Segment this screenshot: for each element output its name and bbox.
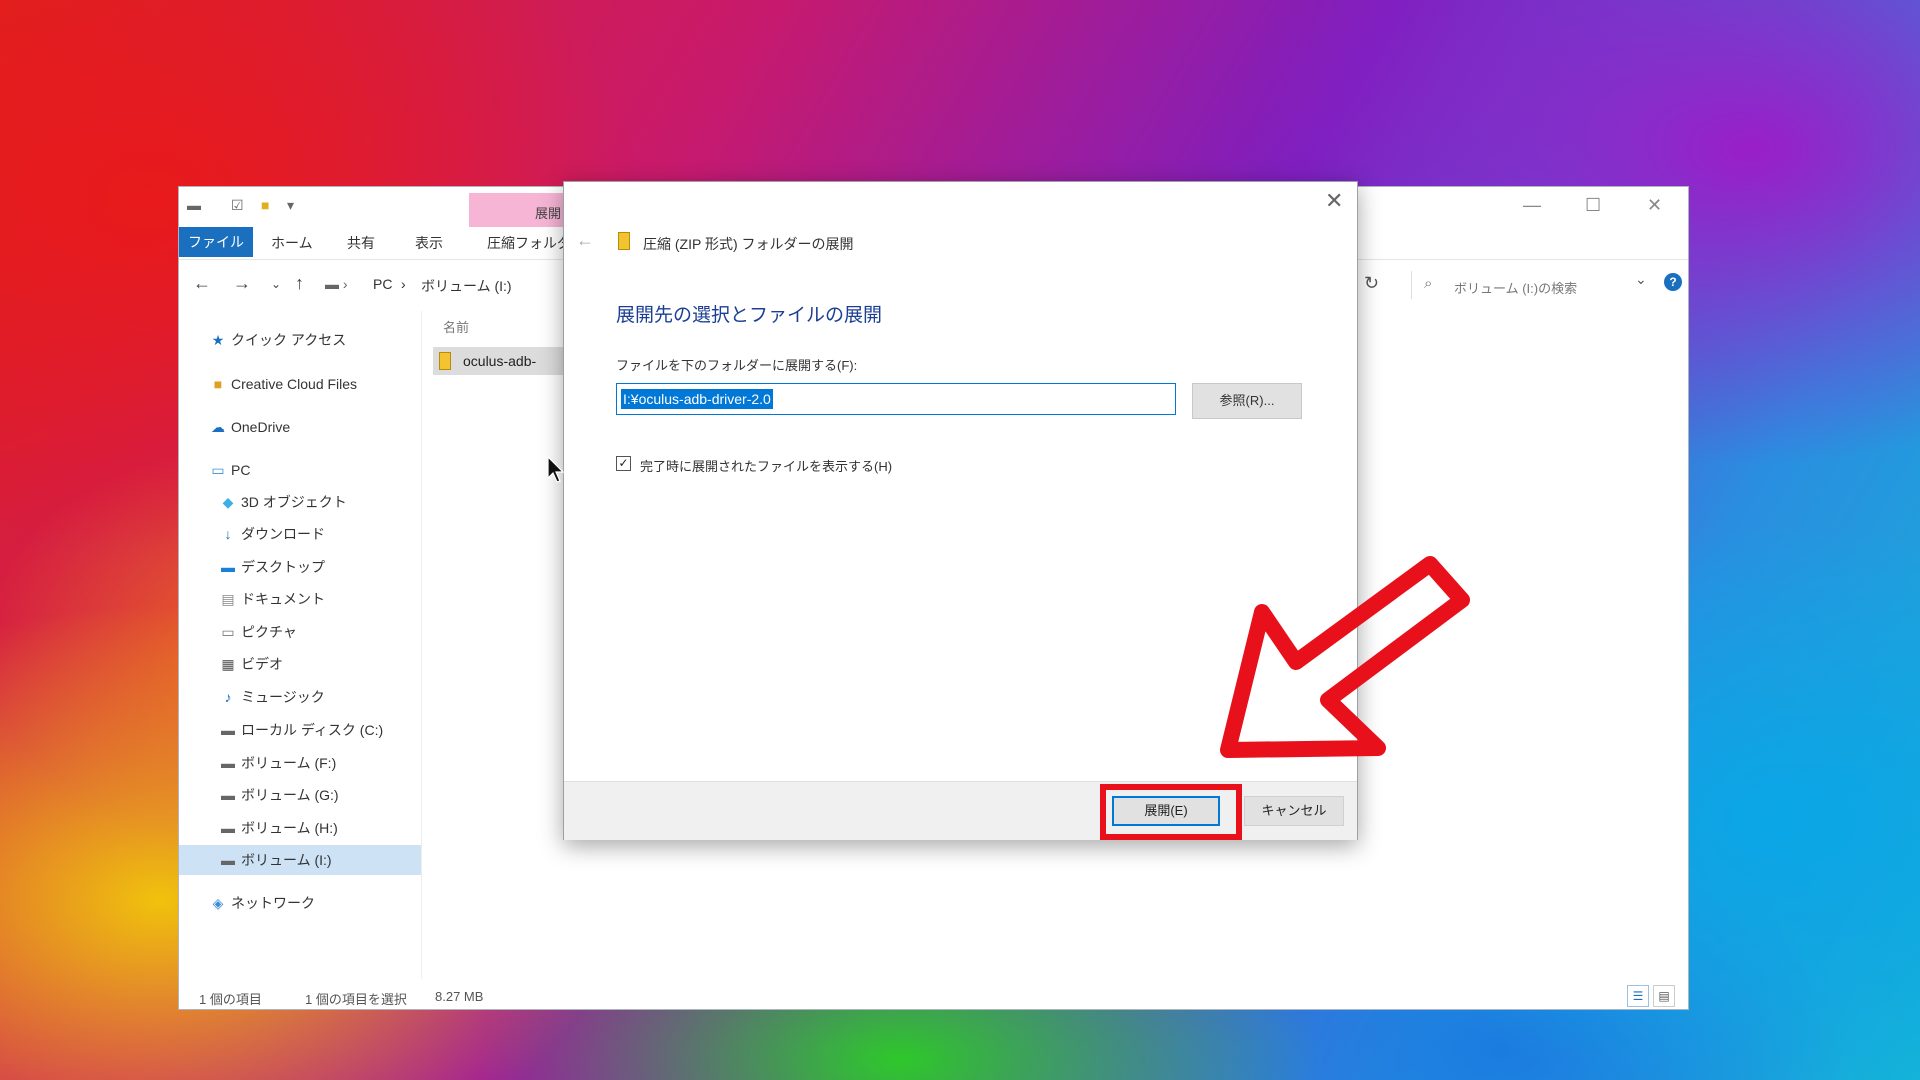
computer-icon: ▭	[211, 462, 225, 478]
sidebar-item-quick-access[interactable]: ★ クイック アクセス	[209, 325, 421, 355]
breadcrumb-volume[interactable]: ボリューム (I:)	[421, 276, 512, 296]
show-files-checkbox-label[interactable]: 完了時に展開されたファイルを表示する(H)	[640, 456, 892, 475]
file-row-oculus-adb[interactable]: oculus-adb-	[433, 347, 573, 375]
tab-file[interactable]: ファイル	[179, 227, 253, 257]
status-size: 8.27 MB	[435, 989, 484, 1004]
picture-icon: ▭	[221, 624, 235, 640]
sidebar-item-volume-i[interactable]: ▬ ボリューム (I:)	[179, 845, 421, 875]
breadcrumb-separator: ›	[401, 276, 406, 292]
cancel-button[interactable]: キャンセル	[1244, 796, 1344, 826]
forward-icon[interactable]: →	[233, 273, 251, 294]
sidebar-item-music[interactable]: ♪ ミュージック	[219, 682, 431, 712]
download-icon: ↓	[224, 526, 232, 542]
sidebar-item-desktop[interactable]: ▬ デスクトップ	[219, 552, 431, 582]
back-icon[interactable]: ←	[193, 273, 211, 294]
breadcrumb-pc[interactable]: PC	[373, 276, 392, 292]
status-bar: 1 個の項目 1 個の項目を選択 8.27 MB ☰ ▤	[179, 983, 1688, 1009]
sidebar-item-documents[interactable]: ▤ ドキュメント	[219, 584, 431, 614]
status-selected: 1 個の項目を選択	[305, 992, 407, 1007]
drive-icon: ▬	[221, 755, 235, 771]
minimize-icon[interactable]: —	[1523, 195, 1541, 216]
refresh-icon[interactable]: ↻	[1364, 273, 1379, 294]
drive-icon: ▬	[221, 722, 235, 738]
red-pointer-arrow-icon	[1220, 556, 1470, 758]
quick-access-dropdown-icon[interactable]: ▾	[287, 197, 294, 214]
recent-dropdown-icon[interactable]: ⌄	[271, 277, 281, 291]
back-arrow-icon[interactable]: ←	[576, 230, 594, 251]
tab-home[interactable]: ホーム	[271, 233, 313, 253]
sidebar-item-onedrive[interactable]: ☁ OneDrive	[209, 412, 421, 442]
destination-label: ファイルを下のフォルダーに展開する(F):	[616, 358, 858, 373]
sidebar-item-pictures[interactable]: ▭ ピクチャ	[219, 617, 431, 647]
status-item-count: 1 個の項目	[199, 992, 262, 1007]
network-icon: ◈	[212, 895, 224, 911]
context-tab-extract[interactable]: 展開	[469, 193, 565, 227]
dialog-title: 圧縮 (ZIP 形式) フォルダーの展開	[643, 236, 854, 252]
folder-icon[interactable]: ■	[261, 197, 269, 213]
details-view-icon[interactable]: ☰	[1627, 985, 1649, 1007]
browse-button[interactable]: 参照(R)...	[1192, 383, 1302, 419]
large-icons-view-icon[interactable]: ▤	[1653, 985, 1675, 1007]
sidebar-item-creative-cloud[interactable]: ■ Creative Cloud Files	[209, 369, 421, 399]
red-highlight-box	[1100, 784, 1242, 840]
creative-cloud-folder-icon: ■	[213, 376, 223, 392]
drive-icon: ▬	[187, 197, 201, 213]
zip-folder-icon	[439, 352, 451, 370]
show-files-checkbox[interactable]: ✓	[616, 456, 631, 471]
maximize-icon[interactable]: ☐	[1585, 195, 1601, 216]
search-icon: ⌕	[1424, 275, 1433, 292]
tab-share[interactable]: 共有	[347, 233, 375, 253]
sidebar-item-volume-h[interactable]: ▬ ボリューム (H:)	[219, 813, 431, 843]
properties-icon[interactable]: ☑	[231, 197, 244, 214]
destination-path-input[interactable]: I:¥oculus-adb-driver-2.0	[616, 383, 1176, 415]
sidebar-item-volume-g[interactable]: ▬ ボリューム (G:)	[219, 780, 431, 810]
sidebar-item-videos[interactable]: ▦ ビデオ	[219, 649, 431, 679]
sidebar-item-local-disk-c[interactable]: ▬ ローカル ディスク (C:)	[219, 715, 431, 745]
drive-icon: ▬	[221, 852, 235, 868]
column-header-name[interactable]: 名前	[443, 317, 469, 336]
tab-view[interactable]: 表示	[415, 233, 443, 253]
music-icon: ♪	[224, 689, 232, 705]
drive-icon: ▬	[221, 820, 235, 836]
sidebar-item-volume-f[interactable]: ▬ ボリューム (F:)	[219, 748, 431, 778]
drive-crumb-icon: ▬ ›	[325, 276, 348, 292]
desktop-icon: ▬	[221, 559, 235, 575]
cube-icon: ◆	[222, 494, 234, 510]
zip-folder-icon	[618, 232, 630, 250]
search-box[interactable]: ⌕ ボリューム (I:)の検索	[1411, 271, 1682, 299]
search-placeholder: ボリューム (I:)の検索	[1454, 281, 1578, 296]
sidebar-item-pc[interactable]: ▭ PC	[209, 455, 421, 485]
close-icon[interactable]: ✕	[1325, 188, 1343, 214]
drive-icon: ▬	[221, 787, 235, 803]
navigation-pane: ★ クイック アクセス ■ Creative Cloud Files ☁ OneDri…	[179, 311, 422, 979]
dialog-heading: 展開先の選択とファイルの展開	[616, 305, 883, 326]
up-icon[interactable]: ↑	[295, 273, 304, 294]
sidebar-item-downloads[interactable]: ↓ ダウンロード	[219, 519, 431, 549]
cloud-icon: ☁	[211, 419, 225, 435]
document-icon: ▤	[221, 591, 235, 607]
video-icon: ▦	[221, 656, 235, 672]
close-icon[interactable]: ✕	[1647, 195, 1662, 216]
sidebar-item-3d-objects[interactable]: ◆ 3D オブジェクト	[219, 487, 431, 517]
destination-path-value: I:¥oculus-adb-driver-2.0	[621, 389, 773, 409]
star-icon: ★	[211, 332, 225, 348]
sidebar-item-network[interactable]: ◈ ネットワーク	[209, 888, 421, 918]
mouse-cursor-icon	[547, 456, 565, 483]
